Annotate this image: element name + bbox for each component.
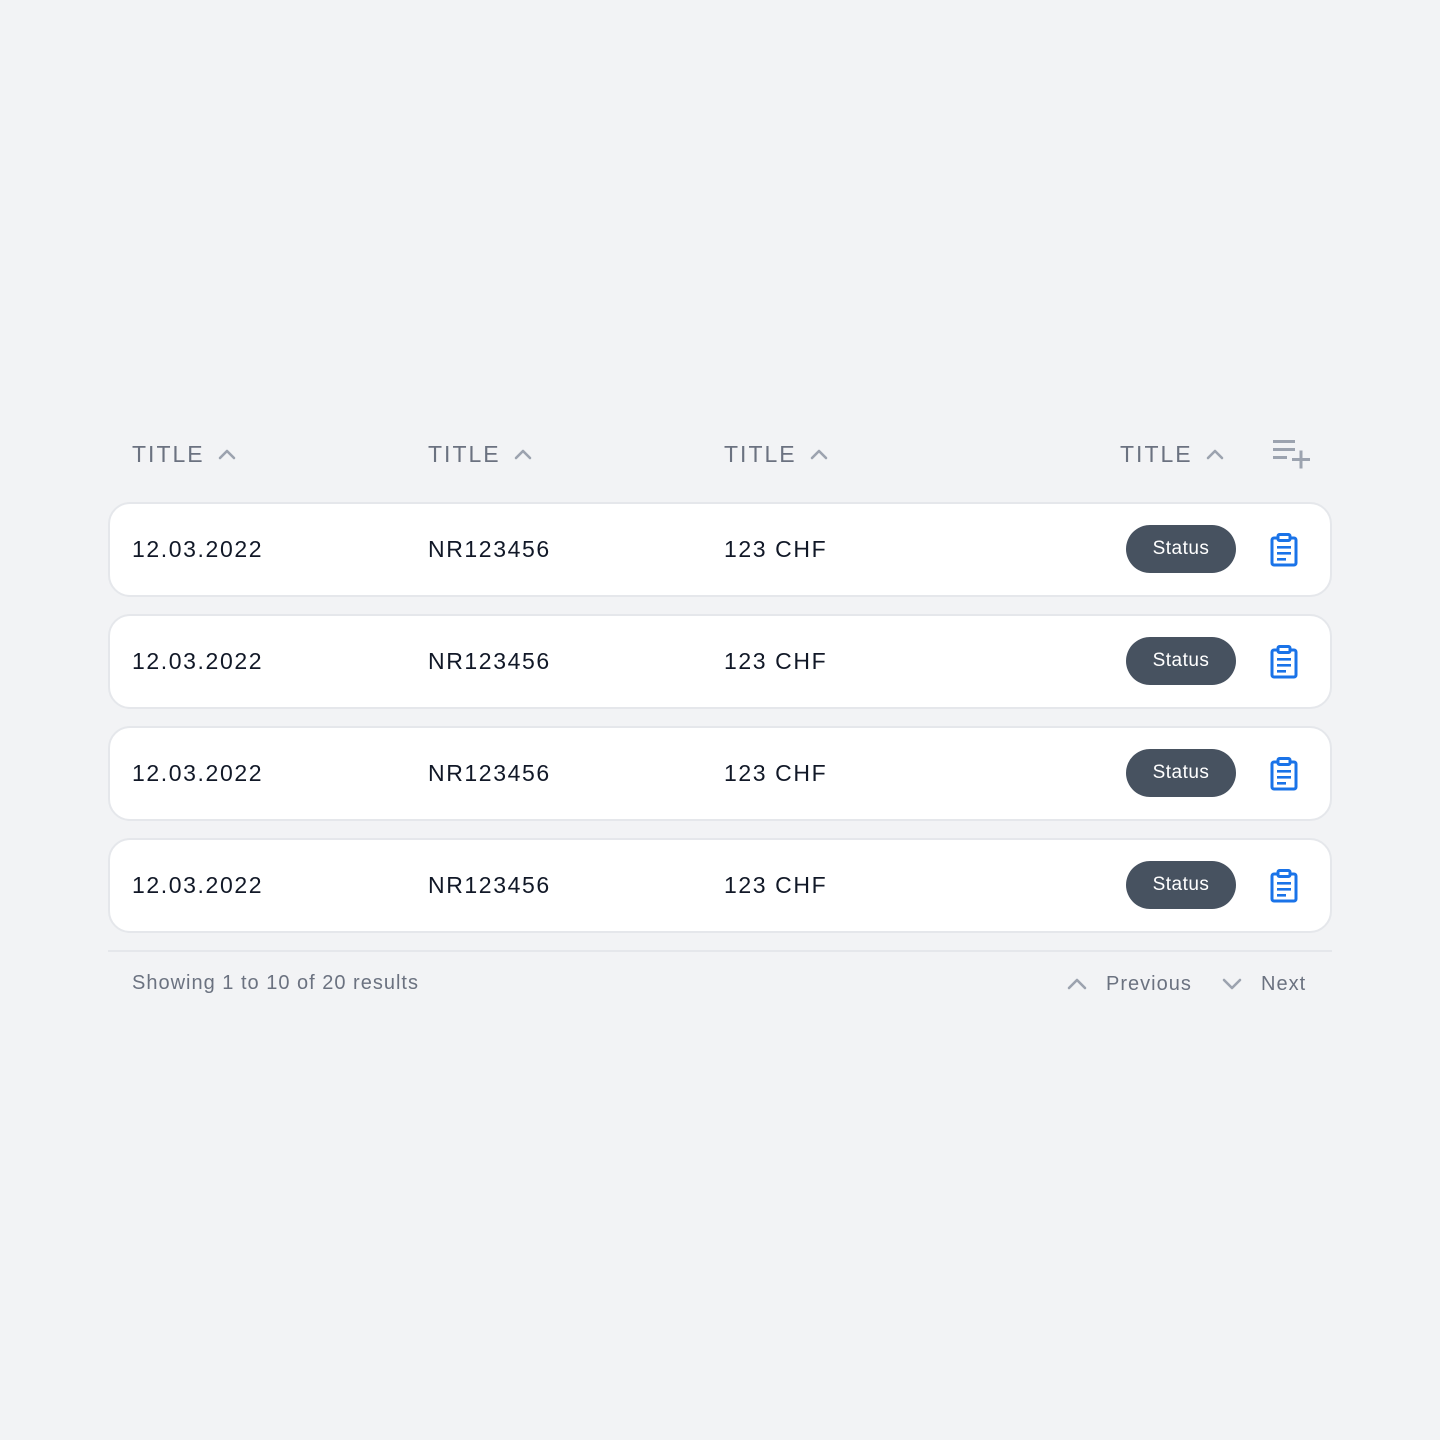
clipboard-icon [1270, 757, 1298, 791]
next-label: Next [1261, 972, 1307, 995]
clipboard-button[interactable] [1264, 867, 1304, 905]
playlist-add-icon [1273, 440, 1310, 469]
table-header: TITLE TITLE TITLE TITLE [108, 428, 1332, 480]
column-header-3[interactable]: TITLE [724, 428, 829, 480]
clipboard-button[interactable] [1264, 755, 1304, 793]
pagination-bar: Showing 1 to 10 of 20 results Previous N… [108, 950, 1332, 1016]
previous-button[interactable]: Previous [1066, 966, 1192, 1002]
column-header-label: TITLE [132, 440, 205, 467]
clipboard-button[interactable] [1264, 531, 1304, 569]
data-table: TITLE TITLE TITLE TITLE 12.03.2022 NR123… [108, 428, 1332, 1016]
status-badge: Status [1126, 861, 1236, 909]
amount-cell: 123 CHF [724, 760, 828, 786]
column-header-label: TITLE [724, 440, 797, 467]
clipboard-icon [1270, 645, 1298, 679]
column-header-2[interactable]: TITLE [428, 428, 533, 480]
table-row[interactable]: 12.03.2022 NR123456 123 CHF Status [108, 502, 1332, 597]
previous-label: Previous [1106, 972, 1192, 995]
table-body: 12.03.2022 NR123456 123 CHF Status 12.03… [108, 502, 1332, 933]
column-header-label: TITLE [1120, 440, 1193, 467]
date-cell: 12.03.2022 [132, 648, 264, 674]
chevron-down-icon [1222, 978, 1242, 990]
table-row[interactable]: 12.03.2022 NR123456 123 CHF Status [108, 726, 1332, 821]
add-column-button[interactable] [1272, 436, 1312, 472]
status-badge: Status [1126, 637, 1236, 685]
amount-cell: 123 CHF [724, 536, 828, 562]
table-row[interactable]: 12.03.2022 NR123456 123 CHF Status [108, 838, 1332, 933]
chevron-up-icon [1206, 449, 1223, 460]
next-button[interactable]: Next [1221, 966, 1306, 1002]
column-header-1[interactable]: TITLE [132, 428, 237, 480]
clipboard-button[interactable] [1264, 643, 1304, 681]
clipboard-icon [1270, 869, 1298, 903]
number-cell: NR123456 [428, 760, 551, 786]
amount-cell: 123 CHF [724, 872, 828, 898]
amount-cell: 123 CHF [724, 648, 828, 674]
date-cell: 12.03.2022 [132, 536, 264, 562]
status-badge: Status [1126, 525, 1236, 573]
date-cell: 12.03.2022 [132, 760, 264, 786]
table-row[interactable]: 12.03.2022 NR123456 123 CHF Status [108, 614, 1332, 709]
column-header-4[interactable]: TITLE [1120, 428, 1225, 480]
chevron-up-icon [218, 449, 235, 460]
date-cell: 12.03.2022 [132, 872, 264, 898]
chevron-up-icon [514, 449, 531, 460]
results-summary: Showing 1 to 10 of 20 results [132, 972, 419, 994]
chevron-up-icon [810, 449, 827, 460]
number-cell: NR123456 [428, 648, 551, 674]
column-header-label: TITLE [428, 440, 501, 467]
clipboard-icon [1270, 533, 1298, 567]
status-badge: Status [1126, 749, 1236, 797]
number-cell: NR123456 [428, 872, 551, 898]
chevron-up-icon [1067, 978, 1087, 990]
number-cell: NR123456 [428, 536, 551, 562]
